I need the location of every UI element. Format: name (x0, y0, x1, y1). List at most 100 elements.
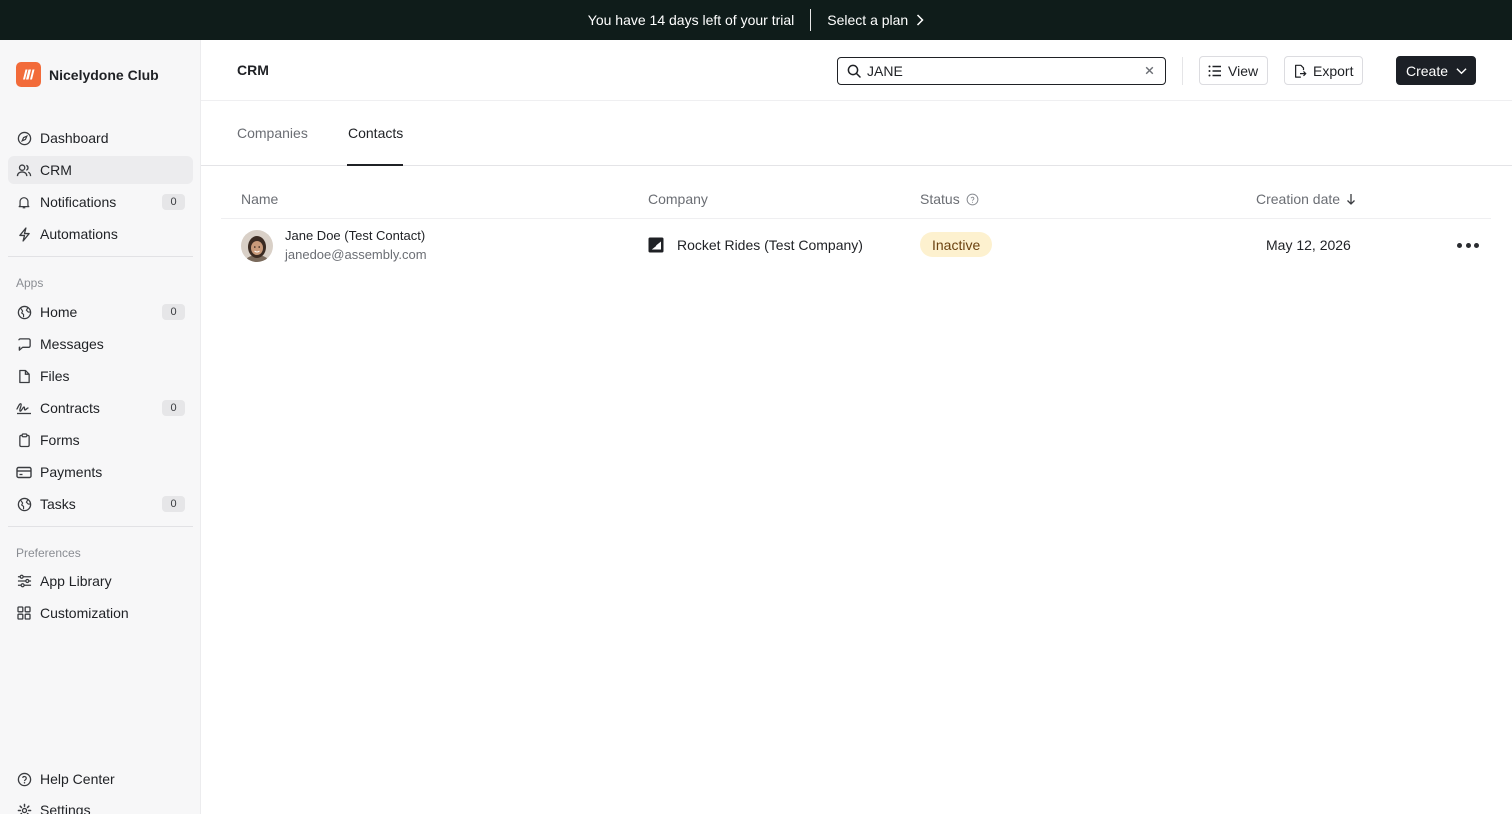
avatar (241, 230, 273, 262)
sidebar-item-label: Forms (40, 432, 80, 448)
column-header-status[interactable]: Status (920, 191, 979, 207)
credit-card-icon (16, 464, 32, 480)
sidebar-item-contracts[interactable]: Contracts 0 (8, 394, 193, 422)
more-dot-icon (1465, 242, 1471, 248)
sliders-icon (16, 573, 32, 589)
sidebar-item-app-library[interactable]: App Library (8, 567, 193, 595)
sidebar-item-label: Payments (40, 464, 103, 480)
company-cell[interactable]: Rocket Rides (Test Company) (648, 237, 863, 253)
sidebar-item-label: Dashboard (40, 130, 109, 146)
trial-banner: You have 14 days left of your trial Sele… (0, 0, 1512, 40)
contact-email: janedoe@assembly.com (285, 247, 427, 262)
sidebar-item-messages[interactable]: Messages (8, 330, 193, 358)
sidebar-item-label: Tasks (40, 496, 76, 512)
page-header: CRM View Export Create (201, 40, 1512, 101)
view-button[interactable]: View (1199, 56, 1268, 85)
sidebar-item-payments[interactable]: Payments (8, 458, 193, 486)
tasks-count-badge: 0 (162, 496, 185, 512)
home-count-badge: 0 (162, 304, 185, 320)
column-header-company[interactable]: Company (648, 191, 708, 207)
chevron-right-icon (917, 14, 924, 26)
info-icon[interactable] (966, 193, 979, 206)
column-header-name[interactable]: Name (241, 191, 278, 207)
crm-tabs: Companies Contacts (201, 101, 1512, 166)
more-dot-icon (1474, 242, 1479, 248)
clipboard-icon (16, 432, 32, 448)
sidebar-item-label: App Library (40, 573, 112, 589)
column-header-name-label: Name (241, 191, 279, 207)
list-icon (1208, 65, 1221, 76)
tab-contacts[interactable]: Contacts (348, 125, 403, 141)
sidebar-item-label: Messages (40, 336, 104, 352)
bell-icon (16, 194, 32, 210)
sort-descending-icon (1347, 194, 1356, 205)
sidebar-item-label: Help Center (40, 771, 115, 787)
export-button[interactable]: Export (1284, 56, 1363, 85)
search-box[interactable] (837, 57, 1166, 85)
active-tab-indicator (347, 164, 403, 166)
chevron-down-icon (1456, 67, 1467, 74)
column-header-company-label: Company (648, 191, 708, 207)
search-icon (847, 64, 861, 78)
sidebar-item-label: Files (40, 368, 70, 384)
grid-icon (16, 605, 32, 621)
sidebar-item-automations[interactable]: Automations (8, 220, 193, 248)
sidebar-item-dashboard[interactable]: Dashboard (8, 124, 193, 152)
sidebar-item-crm[interactable]: CRM (8, 156, 193, 184)
column-header-status-label: Status (920, 191, 960, 207)
sidebar-item-notifications[interactable]: Notifications 0 (8, 188, 193, 216)
view-button-label: View (1228, 62, 1259, 79)
sidebar-item-label: CRM (40, 162, 72, 178)
select-plan-link[interactable]: Select a plan (827, 12, 924, 28)
create-button[interactable]: Create (1396, 56, 1476, 85)
sidebar-item-label: Notifications (40, 194, 117, 210)
column-header-creation-date[interactable]: Creation date (1256, 191, 1356, 207)
gear-icon (16, 802, 32, 814)
compass-icon (16, 130, 32, 146)
globe-icon (16, 496, 32, 512)
select-plan-label: Select a plan (827, 12, 909, 28)
workspace-switcher[interactable]: Nicelydone Club (16, 62, 159, 87)
sidebar-item-home[interactable]: Home 0 (8, 298, 193, 326)
message-icon (16, 336, 32, 352)
column-header-creation-date-label: Creation date (1256, 191, 1341, 207)
header-divider (1182, 57, 1183, 85)
sidebar-item-label: Home (40, 304, 78, 320)
sidebar-item-forms[interactable]: Forms (8, 426, 193, 454)
file-icon (16, 368, 32, 384)
trial-message: You have 14 days left of your trial (587, 12, 795, 28)
create-button-label: Create (1406, 62, 1449, 79)
table-row[interactable]: Jane Doe (Test Contact) janedoe@assembly… (221, 220, 1491, 270)
tab-companies[interactable]: Companies (237, 125, 308, 141)
sidebar-item-customization[interactable]: Customization (8, 599, 193, 627)
sidebar-item-label: Settings (40, 802, 91, 814)
contracts-count-badge: 0 (162, 400, 185, 416)
sidebar-item-settings[interactable]: Settings (8, 796, 193, 814)
signature-icon (16, 400, 32, 416)
more-dot-icon (1457, 242, 1462, 248)
notification-count-badge: 0 (162, 194, 185, 210)
sidebar-item-label: Customization (40, 605, 129, 621)
sidebar-item-help-center[interactable]: Help Center (8, 765, 193, 793)
table-header: Name Company Status Creation date (221, 180, 1491, 219)
status-badge: Inactive (920, 232, 993, 257)
search-input[interactable] (867, 63, 1127, 79)
creation-date: May 12, 2026 (1266, 237, 1351, 253)
sidebar-item-label: Contracts (40, 400, 100, 416)
contact-name[interactable]: Jane Doe (Test Contact) (285, 228, 425, 243)
row-actions-button[interactable] (1457, 236, 1479, 254)
workspace-name: Nicelydone Club (49, 66, 159, 83)
lightning-icon (16, 226, 32, 242)
sidebar-divider (8, 526, 193, 527)
sidebar-divider (8, 256, 193, 257)
sidebar-item-files[interactable]: Files (8, 362, 193, 390)
sidebar-item-tasks[interactable]: Tasks 0 (8, 490, 193, 518)
sidebar-section-preferences: Preferences (16, 546, 81, 560)
globe-icon (16, 304, 32, 320)
sidebar: Nicelydone Club Dashboard CRM Notificati… (0, 40, 201, 814)
sidebar-section-apps: Apps (16, 276, 44, 290)
company-logo-icon (648, 237, 664, 253)
page-title: CRM (237, 62, 269, 78)
export-icon (1295, 64, 1307, 78)
clear-search-icon[interactable] (1144, 65, 1155, 76)
